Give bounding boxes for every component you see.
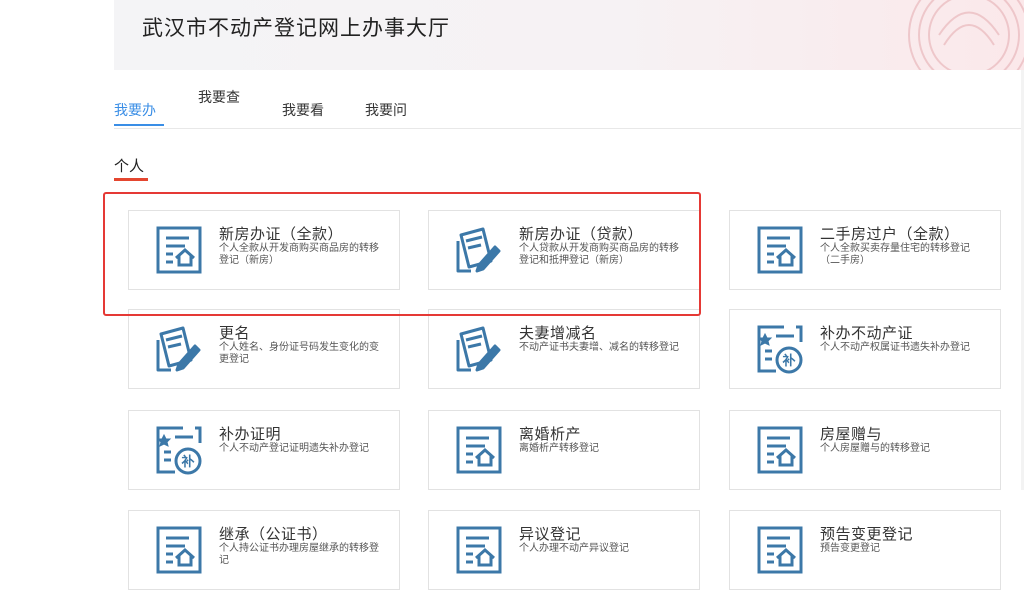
service-card[interactable]: 补 补办不动产证 个人不动产权属证书遗失补办登记 <box>729 309 1001 389</box>
house-document-icon <box>756 525 804 575</box>
header-banner: 武汉市不动产登记网上办事大厅 <box>114 0 1024 70</box>
service-card-title: 新房办证（贷款） <box>519 225 644 243</box>
service-card-description: 个人房屋赠与的转移登记 <box>820 443 930 454</box>
house-document-icon <box>455 525 503 575</box>
document-pen-icon <box>455 324 503 374</box>
house-document-icon <box>155 525 203 575</box>
service-card-description: 个人全款买卖存量住宅的转移登记（二手房） <box>820 243 970 266</box>
certificate-supplement-icon: 补 <box>155 425 203 475</box>
service-card-title: 补办证明 <box>219 425 282 443</box>
service-card-description: 预告变更登记 <box>820 543 880 554</box>
house-document-icon <box>155 225 203 275</box>
service-card-title: 二手房过户（全款） <box>820 225 960 243</box>
active-tab-indicator <box>114 124 164 126</box>
document-pen-icon <box>155 324 203 374</box>
service-card[interactable]: 异议登记 个人办理不动产异议登记 <box>428 510 700 590</box>
service-card[interactable]: 新房办证（全款） 个人全款从开发商购买商品房的转移登记（新房） <box>128 210 400 290</box>
service-card-title: 房屋赠与 <box>820 425 883 443</box>
house-document-icon <box>756 225 804 275</box>
tab-query[interactable]: 我要查 <box>198 87 240 107</box>
service-card-title: 新房办证（全款） <box>219 225 344 243</box>
service-card[interactable]: 预告变更登记 预告变更登记 <box>729 510 1001 590</box>
svg-text:补: 补 <box>781 353 795 369</box>
service-card-title: 预告变更登记 <box>820 525 914 543</box>
service-card-title: 异议登记 <box>519 525 582 543</box>
section-underline <box>114 178 148 181</box>
service-card[interactable]: 房屋赠与 个人房屋赠与的转移登记 <box>729 410 1001 490</box>
service-card[interactable]: 更名 个人姓名、身份证号码发生变化的变更登记 <box>128 309 400 389</box>
document-pen-icon <box>455 225 503 275</box>
section-title: 个人 <box>114 157 145 175</box>
service-card[interactable]: 继承（公证书） 个人持公证书办理房屋继承的转移登记 <box>128 510 400 590</box>
house-document-icon <box>756 425 804 475</box>
service-card[interactable]: 离婚析产 离婚析产转移登记 <box>428 410 700 490</box>
service-card-description: 不动产证书夫妻增、减名的转移登记 <box>519 342 679 353</box>
service-card-title: 更名 <box>219 324 251 342</box>
tab-ask[interactable]: 我要问 <box>365 100 407 120</box>
service-card-description: 个人持公证书办理房屋继承的转移登记 <box>219 543 379 566</box>
service-card[interactable]: 补 补办证明 个人不动产登记证明遗失补办登记 <box>128 410 400 490</box>
service-card[interactable]: 夫妻增减名 不动产证书夫妻增、减名的转移登记 <box>428 309 700 389</box>
service-card[interactable]: 二手房过户（全款） 个人全款买卖存量住宅的转移登记（二手房） <box>729 210 1001 290</box>
service-card-title: 夫妻增减名 <box>519 324 597 342</box>
service-card-title: 补办不动产证 <box>820 324 914 342</box>
service-card[interactable]: 新房办证（贷款） 个人贷款从开发商购买商品房的转移登记和抵押登记（新房） <box>428 210 700 290</box>
decorative-emblem-icon <box>908 0 1024 70</box>
page-title: 武汉市不动产登记网上办事大厅 <box>142 16 450 40</box>
service-card-description: 个人办理不动产异议登记 <box>519 543 629 554</box>
svg-text:补: 补 <box>180 454 194 470</box>
service-card-description: 个人全款从开发商购买商品房的转移登记（新房） <box>219 243 379 266</box>
service-card-title: 离婚析产 <box>519 425 582 443</box>
tab-handle[interactable]: 我要办 <box>114 100 156 120</box>
service-card-description: 个人不动产权属证书遗失补办登记 <box>820 342 970 353</box>
service-card-description: 个人不动产登记证明遗失补办登记 <box>219 443 369 454</box>
service-card-title: 继承（公证书） <box>219 525 328 543</box>
service-card-description: 离婚析产转移登记 <box>519 443 599 454</box>
service-card-description: 个人贷款从开发商购买商品房的转移登记和抵押登记（新房） <box>519 243 679 266</box>
house-document-icon <box>455 425 503 475</box>
main-tabs: 我要办 我要查 我要看 我要问 <box>114 80 1024 129</box>
tab-view[interactable]: 我要看 <box>282 100 324 120</box>
certificate-supplement-icon: 补 <box>756 324 804 374</box>
service-card-description: 个人姓名、身份证号码发生变化的变更登记 <box>219 342 379 365</box>
